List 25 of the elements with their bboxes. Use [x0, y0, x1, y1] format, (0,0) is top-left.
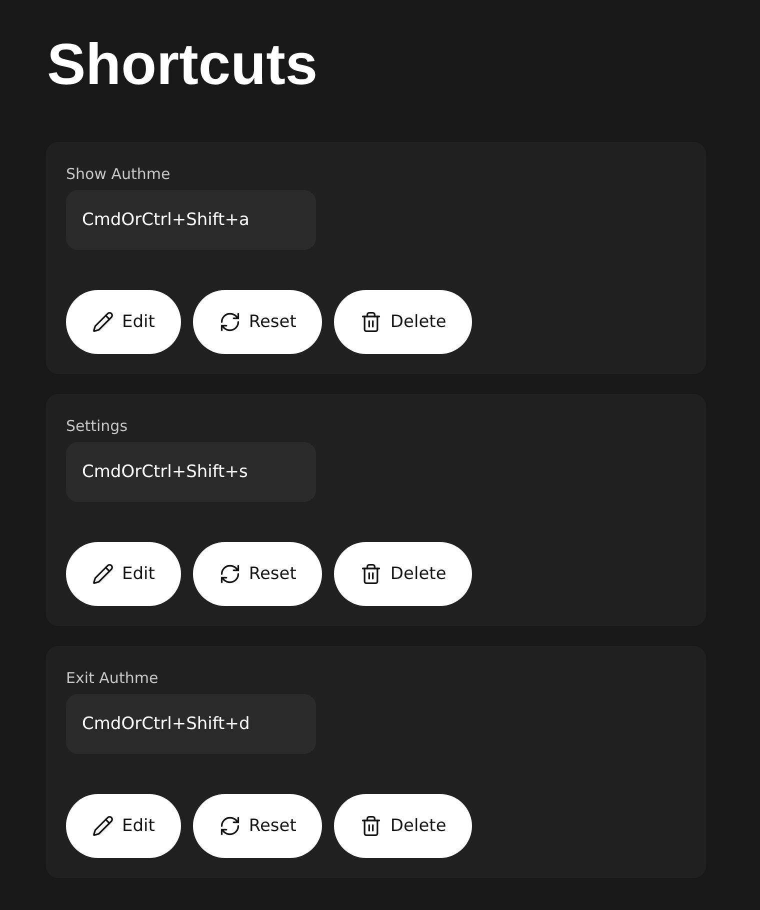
refresh-icon — [218, 815, 241, 837]
refresh-icon — [218, 311, 241, 333]
shortcut-field[interactable]: CmdOrCtrl+Shift+a — [66, 190, 316, 250]
delete-button[interactable]: Delete — [334, 290, 472, 354]
edit-button[interactable]: Edit — [66, 794, 181, 858]
shortcut-label: Settings — [66, 416, 128, 436]
refresh-icon — [218, 563, 241, 585]
shortcut-field[interactable]: CmdOrCtrl+Shift+s — [66, 442, 316, 502]
delete-button[interactable]: Delete — [334, 794, 472, 858]
edit-button[interactable]: Edit — [66, 542, 181, 606]
pencil-icon — [92, 311, 114, 333]
reset-button[interactable]: Reset — [192, 794, 322, 858]
trash-icon — [360, 563, 382, 585]
shortcut-label: Exit Authme — [66, 668, 158, 688]
delete-button[interactable]: Delete — [334, 542, 472, 606]
trash-icon — [360, 815, 382, 837]
reset-button[interactable]: Reset — [192, 542, 322, 606]
reset-button[interactable]: Reset — [192, 290, 322, 354]
shortcut-field[interactable]: CmdOrCtrl+Shift+d — [66, 694, 316, 754]
trash-icon — [360, 311, 382, 333]
page-title: Shortcuts — [47, 31, 318, 99]
pencil-icon — [92, 815, 114, 837]
edit-button[interactable]: Edit — [66, 290, 181, 354]
pencil-icon — [92, 563, 114, 585]
shortcut-label: Show Authme — [66, 164, 170, 184]
